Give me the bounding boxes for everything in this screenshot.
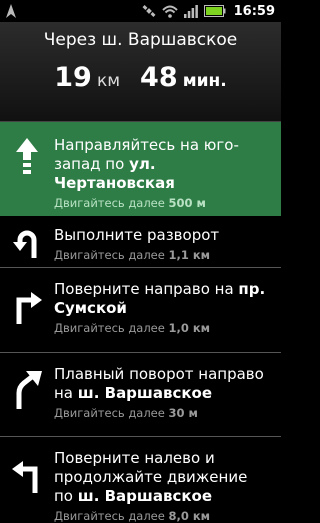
step-distance: Двигайтесь далее 30 м <box>54 406 198 420</box>
direction-step[interactable]: Выполните разворот Двигайтесь далее 1,1 … <box>0 216 281 268</box>
route-title: Через ш. Варшавское <box>43 30 238 50</box>
step-distance: Двигайтесь далее 500 м <box>54 196 206 210</box>
step-instruction: Выполните разворот <box>54 226 220 244</box>
total-time: 48 мин. <box>140 62 227 93</box>
route-summary-header: Через ш. Варшавское 19 км 48 мин. <box>0 22 281 122</box>
total-time-value: 48 <box>140 62 178 93</box>
u-turn-icon <box>0 226 54 258</box>
total-distance: 19 км <box>54 62 120 93</box>
direction-step[interactable]: Поверните налево и продолжайте движение … <box>0 437 281 523</box>
total-distance-unit: км <box>96 71 121 91</box>
navigation-arrow-icon <box>6 4 16 18</box>
battery-icon <box>203 5 226 17</box>
total-time-unit: мин. <box>182 71 227 91</box>
straight-arrow-icon <box>0 136 54 178</box>
status-bar: 16:59 <box>0 0 281 22</box>
turn-left-icon <box>0 449 54 493</box>
signal-bars-icon <box>183 4 198 18</box>
gps-satellite-icon <box>142 4 156 18</box>
step-distance: Двигайтесь далее 1,1 км <box>54 248 211 262</box>
step-distance: Двигайтесь далее 1,0 км <box>54 321 211 335</box>
direction-step[interactable]: Плавный поворот направо на ш. Варшавское… <box>0 353 281 437</box>
direction-step[interactable]: Направляйтесь на юго-запад по ул. Чертан… <box>0 122 281 216</box>
step-instruction: Поверните направо на пр. Сумской <box>54 280 266 317</box>
direction-step[interactable]: Поверните направо на пр. Сумской Двигайт… <box>0 268 281 353</box>
total-distance-value: 19 <box>54 62 92 93</box>
slight-right-icon <box>0 365 54 409</box>
clock: 16:59 <box>233 3 275 19</box>
step-instruction: Плавный поворот направо на ш. Варшавское <box>54 365 264 402</box>
step-instruction: Направляйтесь на юго-запад по ул. Чертан… <box>54 136 239 192</box>
turn-right-icon <box>0 280 54 324</box>
step-distance: Двигайтесь далее 8,0 км <box>54 509 211 523</box>
step-instruction: Поверните налево и продолжайте движение … <box>54 449 248 505</box>
route-totals: 19 км 48 мин. <box>0 62 281 93</box>
wifi-icon <box>161 5 178 18</box>
